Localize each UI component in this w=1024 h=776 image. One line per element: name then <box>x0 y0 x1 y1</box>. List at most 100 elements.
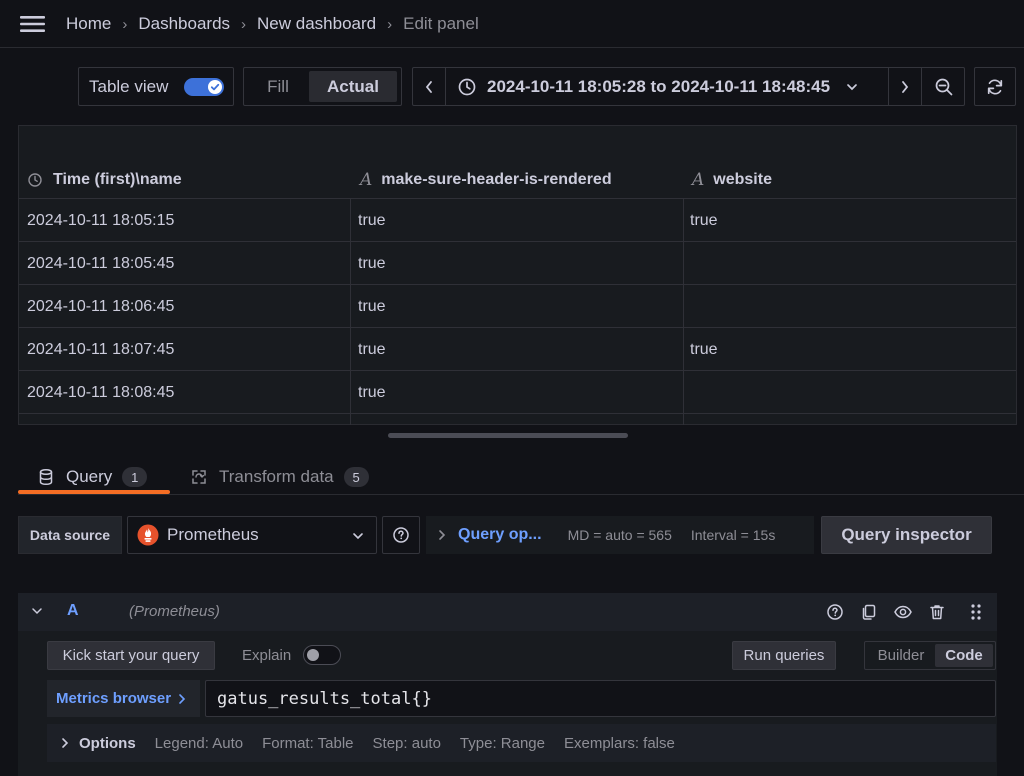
table-row: 2024-10-11 18:07:45 true true <box>19 327 1016 370</box>
column-divider <box>683 199 684 425</box>
table-cell: 2024-10-11 18:06:45 <box>27 297 175 315</box>
breadcrumb: Home › Dashboards › New dashboard › Edit… <box>66 13 479 35</box>
table-cell: true <box>358 297 386 315</box>
query-ref-id[interactable]: A <box>67 602 79 620</box>
tab-transform-label: Transform data <box>219 467 334 486</box>
data-source-help-button[interactable] <box>382 516 420 554</box>
chevron-right-icon <box>179 693 186 704</box>
query-options-toggle[interactable]: Query op... MD = auto = 565 Interval = 1… <box>426 516 814 554</box>
chevron-right-icon <box>62 738 69 748</box>
explain-label: Explain <box>242 647 292 664</box>
zoom-out-icon <box>935 78 952 95</box>
kick-start-button[interactable]: Kick start your query <box>47 641 215 670</box>
clock-icon <box>458 78 476 95</box>
breadcrumb-edit-panel: Edit panel <box>403 14 479 33</box>
table-row: 2024-10-11 18:08:45 true <box>19 370 1016 413</box>
code-mode-option[interactable]: Code <box>935 644 993 667</box>
column-header-label: make-sure-header-is-rendered <box>381 171 612 188</box>
chevron-right-icon: › <box>241 15 247 33</box>
fill-option[interactable]: Fill <box>247 71 309 102</box>
chevron-left-icon <box>425 80 432 93</box>
query-inspector-button[interactable]: Query inspector <box>821 516 992 554</box>
copy-icon <box>862 604 876 620</box>
breadcrumb-new-dashboard[interactable]: New dashboard <box>257 14 376 34</box>
table-cell: true <box>690 211 718 229</box>
table-cell: 2024-10-11 18:07:45 <box>27 340 175 358</box>
run-queries-button[interactable]: Run queries <box>732 641 836 670</box>
column-header-label: Time (first)\name <box>53 171 182 188</box>
chevron-down-icon <box>32 608 42 615</box>
builder-mode-option[interactable]: Builder <box>867 644 935 667</box>
time-picker-group: 2024-10-11 18:05:28 to 2024-10-11 18:48:… <box>412 67 965 106</box>
chevron-down-icon <box>353 533 363 540</box>
transform-icon <box>192 470 206 484</box>
query-help-button[interactable] <box>826 603 844 621</box>
actual-option[interactable]: Actual <box>309 71 397 102</box>
tab-query-label: Query <box>66 467 113 486</box>
refresh-button[interactable] <box>974 67 1016 106</box>
panel-resize-handle[interactable] <box>388 433 628 438</box>
database-icon <box>39 468 53 486</box>
table-row: 2024-10-11 18:06:45 true <box>19 284 1016 327</box>
table-cell: 2024-10-11 18:05:45 <box>27 254 175 272</box>
prometheus-icon <box>137 524 159 546</box>
metrics-browser-label: Metrics browser <box>56 690 172 707</box>
chevron-right-icon <box>902 80 909 93</box>
table-row-partial <box>19 413 1016 425</box>
breadcrumb-home[interactable]: Home <box>66 14 111 34</box>
time-back-button[interactable] <box>413 68 446 105</box>
column-header-label: website <box>713 171 772 188</box>
time-forward-button[interactable] <box>889 68 922 105</box>
table-cell: true <box>358 383 386 401</box>
query-options-row[interactable]: Options Legend: Auto Format: Table Step:… <box>47 724 996 762</box>
query-options-interval: Interval = 15s <box>690 527 776 543</box>
table-view-switch[interactable] <box>184 78 224 96</box>
option-step: Step: auto <box>372 734 441 752</box>
column-header-time[interactable]: Time (first)\name <box>27 160 182 200</box>
query-options-title: Query op... <box>458 526 542 543</box>
clock-icon <box>28 173 42 187</box>
zoom-out-button[interactable] <box>922 68 965 105</box>
column-header-make-sure[interactable]: A make-sure-header-is-rendered <box>360 160 612 200</box>
time-range-picker[interactable]: 2024-10-11 18:05:28 to 2024-10-11 18:48:… <box>446 68 889 105</box>
query-expression-input[interactable]: gatus_results_total{} <box>205 680 996 717</box>
column-divider <box>350 199 351 425</box>
breadcrumb-dashboards[interactable]: Dashboards <box>138 14 230 34</box>
refresh-icon <box>987 78 1003 95</box>
trash-icon <box>930 605 944 620</box>
query-count-badge: 1 <box>122 467 148 487</box>
query-options-md: MD = auto = 565 <box>567 527 672 543</box>
column-header-website[interactable]: A website <box>692 160 772 200</box>
option-format: Format: Table <box>262 734 354 752</box>
question-circle-icon <box>827 604 843 620</box>
table-view-toggle[interactable]: Table view <box>78 67 234 106</box>
table-cell: true <box>358 211 386 229</box>
question-circle-icon <box>393 527 409 543</box>
options-label: Options <box>79 734 136 752</box>
chevron-right-icon <box>439 530 446 540</box>
data-source-select[interactable]: Prometheus <box>127 516 377 554</box>
table-row: 2024-10-11 18:05:15 true true <box>19 198 1016 241</box>
table-view-label: Table view <box>89 76 169 96</box>
hide-query-button[interactable] <box>893 603 913 621</box>
switch-knob <box>307 649 319 661</box>
metrics-browser-button[interactable]: Metrics browser <box>47 680 200 717</box>
table-cell: true <box>358 254 386 272</box>
delete-query-button[interactable] <box>928 603 946 621</box>
chevron-right-icon: › <box>387 15 393 33</box>
explain-switch[interactable] <box>303 645 341 665</box>
eye-icon <box>894 605 912 619</box>
data-source-label: Data source <box>18 516 122 554</box>
menu-icon[interactable] <box>20 14 46 34</box>
transform-count-badge: 5 <box>343 467 369 487</box>
tab-transform-data[interactable]: Transform data 5 <box>190 460 369 494</box>
string-type-icon: A <box>360 170 373 190</box>
option-legend: Legend: Auto <box>154 734 244 752</box>
table-cell: true <box>690 340 718 358</box>
chevron-down-icon <box>847 83 857 90</box>
data-source-name: Prometheus <box>167 525 259 544</box>
tab-query[interactable]: Query 1 <box>38 460 148 494</box>
drag-handle-icon[interactable] <box>970 603 982 621</box>
collapse-query-button[interactable] <box>31 606 43 616</box>
duplicate-query-button[interactable] <box>860 603 878 621</box>
